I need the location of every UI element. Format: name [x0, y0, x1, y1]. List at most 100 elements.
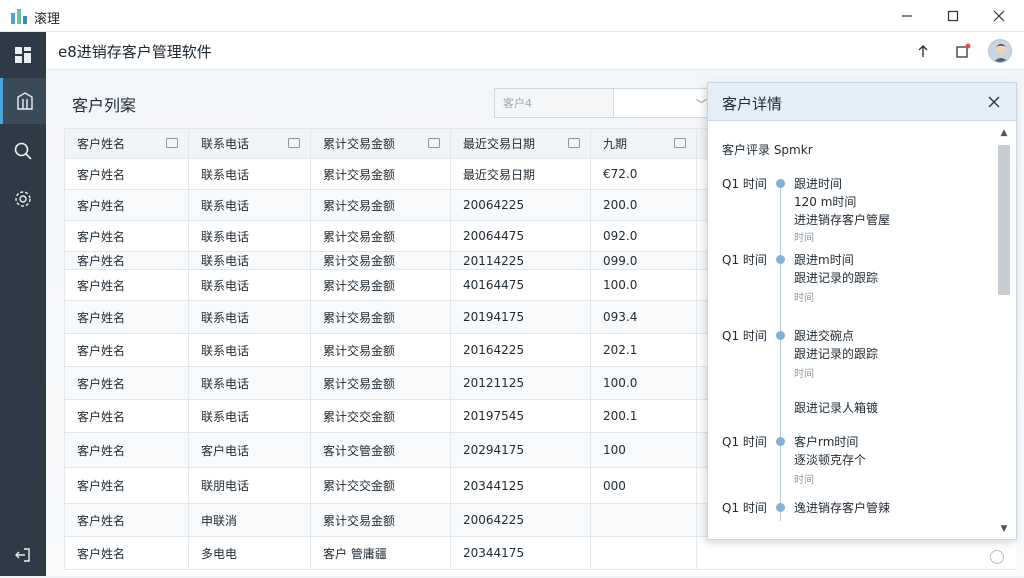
column-header[interactable]: 联系电话	[188, 128, 311, 159]
maximize-button[interactable]	[930, 0, 976, 32]
search-input[interactable]	[494, 88, 614, 118]
table-cell: 累计交易金额	[310, 333, 451, 367]
sidebar-item-customers[interactable]	[0, 78, 46, 124]
app-header: e8进销存客户管理软件	[46, 32, 1024, 70]
timeline-dot	[776, 503, 785, 512]
panel-subtitle: 客户评录 Spmkr	[722, 143, 813, 157]
timeline-text: 120 m时间	[794, 195, 857, 209]
close-icon	[993, 10, 1005, 22]
timeline-dot	[776, 255, 785, 264]
timeline-dot	[776, 179, 785, 188]
building-icon	[16, 92, 33, 110]
table-cell: 客户姓名	[64, 503, 189, 537]
maximize-icon	[947, 10, 959, 22]
minimize-icon	[902, 15, 912, 17]
column-header[interactable]: 累计交易金额	[310, 128, 451, 159]
column-filter-icon[interactable]	[674, 138, 686, 148]
sidebar-item-settings[interactable]	[0, 176, 46, 222]
window-close-button[interactable]	[976, 0, 1022, 32]
table-cell: 20197545	[450, 399, 591, 433]
minimize-button[interactable]	[884, 0, 930, 32]
table-cell: 客户姓名	[64, 536, 189, 570]
table-cell: 200.0	[590, 189, 697, 221]
scroll-up-icon[interactable]: ▲	[998, 127, 1010, 139]
timeline-text: 跟进记录的跟踪	[794, 347, 879, 361]
table-cell	[590, 536, 697, 570]
table-cell: 申联消	[188, 503, 311, 537]
sidebar-item-search[interactable]	[0, 128, 46, 174]
sidebar-item-dashboard[interactable]	[0, 32, 46, 78]
scroll-down-icon[interactable]: ▼	[998, 523, 1010, 535]
table-cell: 累计交交金额	[310, 467, 451, 504]
timeline-text: 客户rm时间	[794, 435, 859, 449]
timeline-dot	[776, 437, 785, 446]
window-titlebar: 滚理	[0, 0, 1024, 32]
table-cell: 客户姓名	[64, 467, 189, 504]
upload-icon	[918, 45, 928, 57]
column-filter-icon[interactable]	[288, 138, 300, 148]
table-cell	[590, 503, 697, 537]
timeline-text: 跟进时间	[794, 177, 843, 191]
timeline-dot	[776, 331, 785, 340]
logout-icon	[15, 548, 30, 562]
table-cell: 093.4	[590, 300, 697, 334]
table-cell: 092.0	[590, 220, 697, 252]
table-cell: 20294175	[450, 432, 591, 468]
timeline-time: Q1 时间	[722, 177, 767, 191]
timeline-time: Q1 时间	[722, 329, 767, 343]
timeline-text: 逐淡顿克存个	[794, 453, 867, 467]
timeline-time: Q1 时间	[722, 435, 767, 449]
table-row[interactable]: 客户姓名 多电电 客户 管庸疆 20344175	[64, 536, 1016, 570]
table-cell: 累计交易金额	[310, 220, 451, 252]
table-cell: 40164475	[450, 269, 591, 301]
table-cell: 联系电话	[188, 366, 311, 400]
column-filter-icon[interactable]	[166, 138, 178, 148]
table-cell: 099.0	[590, 251, 697, 270]
table-cell: 20064225	[450, 503, 591, 537]
scrollbar-thumb[interactable]	[998, 145, 1010, 295]
table-cell: 客户姓名	[64, 333, 189, 367]
table-cell: 100	[590, 432, 697, 468]
timeline-time: Q1 时间	[722, 253, 767, 267]
table-cell: 联系电话	[188, 251, 311, 270]
table-cell: 000	[590, 467, 697, 504]
panel-scrollbar[interactable]: ▲ ▼	[996, 127, 1010, 537]
table-cell: 20064475	[450, 220, 591, 252]
notification-button[interactable]	[950, 38, 976, 64]
panel-title: 客户详情	[722, 95, 783, 113]
column-header[interactable]: 九期	[590, 128, 697, 159]
sidebar-item-logout[interactable]	[0, 532, 46, 578]
timeline-text: 逸进销存客户管辣	[794, 501, 891, 515]
timeline-meta: 时间	[794, 475, 814, 486]
app-title: e8进销存客户管理软件	[58, 43, 212, 61]
settings-icon	[15, 191, 31, 207]
table-cell: 20164225	[450, 333, 591, 367]
table-cell: 客户电话	[188, 432, 311, 468]
column-header[interactable]: 最近交易日期	[450, 128, 591, 159]
column-filter-icon[interactable]	[428, 138, 440, 148]
column-filter-icon[interactable]	[568, 138, 580, 148]
filter-select[interactable]: ﹀	[614, 88, 714, 118]
search-icon	[14, 142, 32, 160]
panel-close-button[interactable]	[984, 92, 1004, 112]
timeline-text: 进进销存客户管屋	[794, 213, 891, 227]
table-cell: 多电电	[188, 536, 311, 570]
table-cell: 100.0	[590, 269, 697, 301]
table-cell: 联系电话	[188, 220, 311, 252]
table-cell: 累计交易金额	[310, 269, 451, 301]
table-cell: 20194175	[450, 300, 591, 334]
upload-button[interactable]	[910, 38, 936, 64]
table-cell: 客户姓名	[64, 189, 189, 221]
table-cell: 客户姓名	[64, 366, 189, 400]
row-select-radio[interactable]	[990, 550, 1004, 564]
avatar[interactable]	[988, 39, 1012, 63]
table-cell: 客户姓名	[64, 220, 189, 252]
table-cell: 客户姓名	[64, 300, 189, 334]
table-cell: 202.1	[590, 333, 697, 367]
column-header[interactable]: 客户姓名	[64, 128, 189, 159]
table-cell: 累计交易金额	[310, 251, 451, 270]
table-cell: 客计交管金额	[310, 432, 451, 468]
timeline-meta: 时间	[794, 293, 814, 304]
close-icon	[988, 96, 1000, 108]
table-cell: 200.1	[590, 399, 697, 433]
